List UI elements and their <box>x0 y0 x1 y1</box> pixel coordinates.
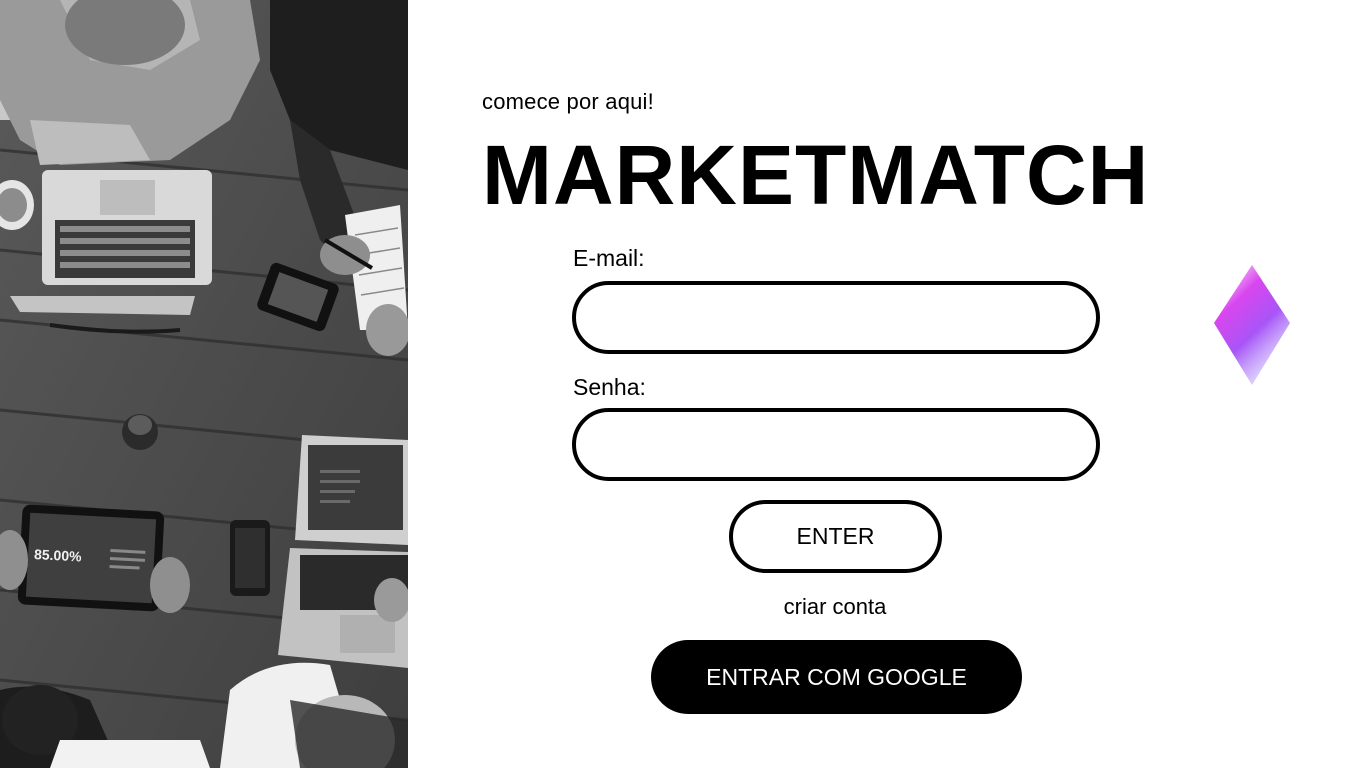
password-field[interactable] <box>572 408 1100 481</box>
team-photo: 85.00% <box>0 0 408 768</box>
email-label: E-mail: <box>573 245 645 271</box>
email-field[interactable] <box>572 281 1100 354</box>
diamond-icon <box>1214 265 1290 385</box>
password-label: Senha: <box>573 374 646 400</box>
brand-title: MARKETMATCH <box>482 128 1150 222</box>
google-signin-button[interactable]: ENTRAR COM GOOGLE <box>651 640 1022 714</box>
create-account-link[interactable]: criar conta <box>735 594 935 620</box>
tablet-stat-text: 85.00% <box>34 546 83 564</box>
tagline: comece por aqui! <box>482 89 654 114</box>
enter-button[interactable]: ENTER <box>729 500 942 573</box>
